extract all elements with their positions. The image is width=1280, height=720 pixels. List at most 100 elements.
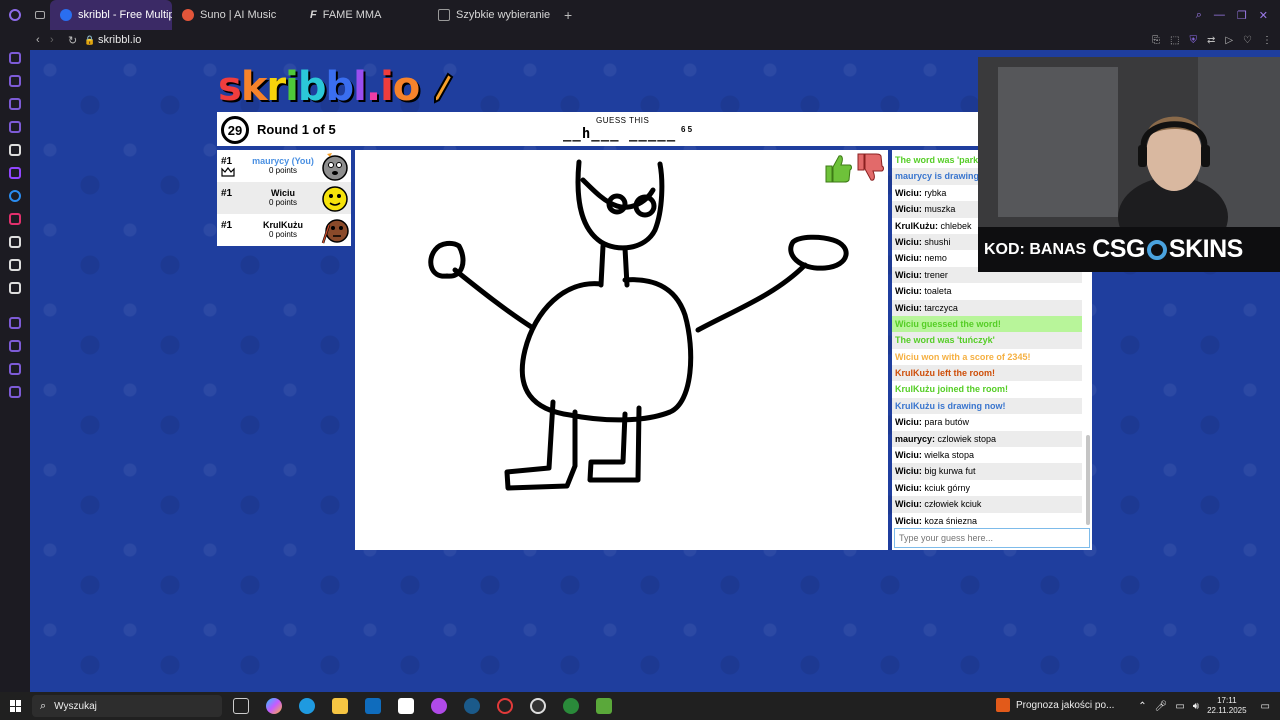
facebook-messenger-icon[interactable] xyxy=(9,190,21,202)
play-icon[interactable]: ▷ xyxy=(1225,35,1233,46)
chat-message: Wiciu: człowiek kciuk xyxy=(892,496,1082,513)
address-actions: ⎘ ⬚ ⛨ ⇄ ▷ ♡ ⋮ xyxy=(1152,35,1280,46)
history-icon[interactable] xyxy=(9,340,21,352)
player-avatar xyxy=(322,153,348,181)
tab-speed-dial[interactable]: Szybkie wybieranie xyxy=(428,0,556,30)
workspaces-icon[interactable] xyxy=(9,75,21,87)
settings-icon[interactable] xyxy=(9,386,21,398)
weather-widget[interactable]: Prognoza jakości po... xyxy=(996,698,1114,712)
chevron-up-icon[interactable]: ⌃ xyxy=(1138,701,1146,712)
copilot-icon[interactable] xyxy=(266,698,282,714)
tab-overview-icon[interactable] xyxy=(30,0,50,30)
twitch-icon[interactable] xyxy=(9,167,21,179)
minecraft-icon[interactable] xyxy=(596,698,612,714)
chat-user: Wiciu: xyxy=(895,236,922,247)
thumbs-down-icon[interactable] xyxy=(855,152,885,184)
brand-ring-icon xyxy=(1146,239,1167,260)
games-icon[interactable] xyxy=(9,121,21,133)
edge-icon[interactable] xyxy=(299,698,315,714)
skribbl-logo: skribbl.io xyxy=(218,64,454,110)
thumbs-up-icon[interactable] xyxy=(823,152,853,184)
network-icon[interactable]: ▭ xyxy=(1175,701,1184,712)
extensions-icon[interactable]: ⋮ xyxy=(1262,35,1272,46)
chat-user: Wiciu: xyxy=(895,466,922,477)
x-icon[interactable] xyxy=(9,259,21,271)
opera-menu-icon[interactable] xyxy=(0,0,30,30)
taskbar-search[interactable]: ⌕ Wyszukaj xyxy=(32,695,222,717)
guess-input[interactable] xyxy=(894,528,1090,548)
tiktok-icon[interactable] xyxy=(9,236,21,248)
minimize-icon[interactable]: — xyxy=(1214,9,1225,22)
volume-icon[interactable]: 🔊︎ xyxy=(1193,701,1199,712)
speed-dial-grid-icon xyxy=(438,9,450,21)
task-view-icon[interactable] xyxy=(233,698,249,714)
logo-letter: b xyxy=(297,64,327,110)
chat-text: muszka xyxy=(921,204,956,215)
steam-icon[interactable] xyxy=(464,698,480,714)
xbox-icon[interactable] xyxy=(563,698,579,714)
tab-fame-mma[interactable]: F FAME MMA xyxy=(300,0,428,30)
obs-icon[interactable] xyxy=(530,698,546,714)
aria-icon[interactable] xyxy=(9,52,21,64)
player-icon[interactable] xyxy=(9,317,21,329)
tab-skribbl[interactable]: skribbl - Free Multiplayer xyxy=(50,0,172,30)
chat-message: Wiciu won with a score of 2345! xyxy=(895,351,1031,362)
shield-icon[interactable]: ⛨ xyxy=(1189,35,1197,46)
microphone-icon[interactable]: 🎤︎ xyxy=(1155,701,1168,712)
guess-label: GUESS THIS xyxy=(596,116,650,125)
logo-letter: k xyxy=(240,64,268,110)
capture-icon[interactable]: ⬚ xyxy=(1170,35,1179,46)
webcam-overlay: KOD: BANAS CSG SKINS xyxy=(978,57,1280,272)
chat-message: Wiciu: tarczyca xyxy=(892,299,1082,316)
instagram-icon[interactable] xyxy=(9,213,21,225)
windows-start-icon[interactable] xyxy=(10,700,22,712)
reload-icon[interactable]: ↻ xyxy=(68,34,84,47)
extensions-sidebar-icon[interactable] xyxy=(9,363,21,375)
chat-message: Wiciu: big kurwa fut xyxy=(892,463,1082,480)
window-controls: ⌕ — ❐ ✕ xyxy=(1196,9,1280,22)
chat-user: Wiciu: xyxy=(895,499,922,510)
tab-suno[interactable]: Suno | AI Music xyxy=(172,0,300,30)
discord-icon[interactable] xyxy=(9,282,21,294)
fame-favicon-icon: F xyxy=(310,9,317,21)
back-icon[interactable]: ‹ xyxy=(36,34,50,46)
messenger-icon[interactable] xyxy=(9,98,21,110)
heart-icon[interactable]: ♡ xyxy=(1243,35,1252,46)
snapshot-icon[interactable]: ⎘ xyxy=(1152,35,1160,46)
chat-user: Wiciu: xyxy=(895,187,922,198)
messenger-app-icon[interactable] xyxy=(431,698,447,714)
opera-gx-icon[interactable] xyxy=(497,698,513,714)
maximize-icon[interactable]: ❐ xyxy=(1237,9,1247,22)
word-letter-counts: 6 5 xyxy=(681,125,693,134)
close-icon[interactable]: ✕ xyxy=(1259,9,1268,22)
clock-time: 17:11 xyxy=(1217,696,1237,705)
url-field[interactable]: skribbl.io xyxy=(98,34,141,46)
logo-letter: b xyxy=(325,64,355,110)
chat-user: Wiciu: xyxy=(895,515,922,526)
player-row[interactable]: #1 Wiciu 0 points xyxy=(217,182,351,214)
search-icon[interactable]: ⌕ xyxy=(1196,9,1202,22)
taskbar-clock[interactable]: 17:11 22.11.2025 xyxy=(1207,696,1246,716)
word-hint: __h___ _____ xyxy=(563,126,677,142)
sponsor-banner: KOD: BANAS CSG SKINS xyxy=(978,227,1280,272)
chat-message: Wiciu: kciuk górny xyxy=(892,480,1082,496)
outlook-icon[interactable] xyxy=(365,698,381,714)
logo-letter: . xyxy=(365,64,381,110)
chat-text: czlowiek stopa xyxy=(935,433,997,444)
forward-icon[interactable]: › xyxy=(50,34,68,46)
player-row[interactable]: #1 maurycy (You) 0 points xyxy=(217,150,351,182)
player-rank: #1 xyxy=(221,156,233,167)
chat-user: maurycy: xyxy=(895,433,936,444)
translate-icon[interactable]: ⇄ xyxy=(1207,35,1215,46)
chat-scrollbar[interactable] xyxy=(1086,435,1090,525)
notifications-icon[interactable]: ▭ xyxy=(1261,701,1270,712)
drawing-canvas[interactable] xyxy=(355,150,888,550)
notepad-icon[interactable] xyxy=(398,698,414,714)
file-explorer-icon[interactable] xyxy=(332,698,348,714)
new-tab-button[interactable]: + xyxy=(556,7,580,23)
player-row[interactable]: #1 KrulKużu 0 points xyxy=(217,214,351,246)
chat-text: wielka stopa xyxy=(921,450,974,461)
chat-message: KrulKużu left the room! xyxy=(892,365,1082,382)
wallet-icon[interactable] xyxy=(9,144,21,156)
system-tray: ⌃ 🎤︎ ▭ 🔊︎ 17:11 22.11.2025 ▭ xyxy=(1138,692,1280,720)
